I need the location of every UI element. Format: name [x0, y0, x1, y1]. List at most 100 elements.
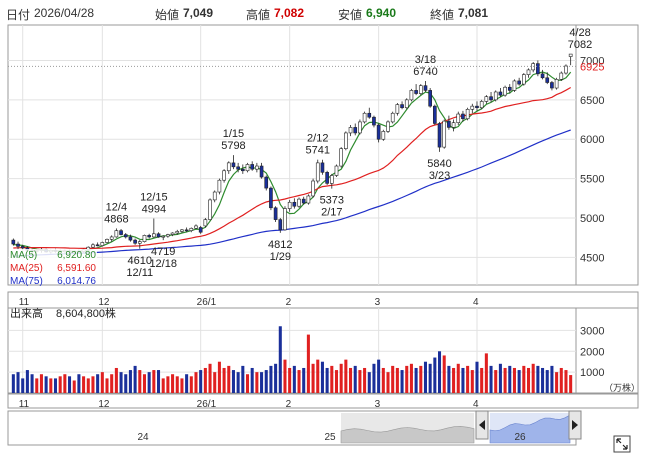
candle-body: [433, 105, 437, 124]
volume-bar: [86, 378, 90, 393]
candle-body: [536, 63, 540, 75]
candle-body: [119, 230, 123, 235]
candle-body: [236, 166, 240, 170]
candle-body: [414, 90, 418, 94]
volume-bar: [203, 367, 207, 393]
annotation-price: 4610: [128, 255, 152, 267]
volume-bar: [372, 363, 376, 393]
volume-bar: [269, 365, 273, 393]
candle-body: [133, 239, 137, 244]
candle-body: [11, 239, 16, 245]
expand-icon[interactable]: [613, 435, 631, 453]
volume-bar: [466, 365, 470, 393]
price-tick-label: 5500: [580, 174, 604, 186]
volume-bar: [409, 363, 413, 393]
volume-bar: [21, 378, 25, 393]
candle-body: [372, 116, 376, 126]
volume-bar: [208, 363, 212, 393]
volume-bar: [138, 370, 142, 393]
volume-bar: [438, 351, 442, 393]
volume-bar: [526, 367, 531, 393]
volume-bar: [119, 372, 123, 393]
ma-legend-value: 6,920.80: [57, 250, 96, 261]
volume-bar: [339, 363, 343, 393]
candle-body: [522, 74, 526, 85]
volume-bar: [292, 365, 296, 393]
candle-body: [329, 175, 334, 184]
candle-body: [152, 233, 156, 238]
volume-bar: [452, 367, 456, 393]
candle-body: [128, 236, 133, 241]
volume-bar: [423, 361, 427, 393]
candle-body: [376, 124, 381, 140]
candle-body: [264, 176, 269, 189]
volume-bar: [428, 363, 432, 393]
volume-tick-label: 3000: [580, 325, 604, 337]
candle-body: [550, 82, 554, 89]
volume-bar: [480, 367, 484, 393]
volume-bar: [30, 374, 34, 393]
x-tick-label-volume: 26/1: [197, 399, 217, 410]
candle-body: [273, 207, 278, 220]
x-tick-label: 2: [286, 297, 292, 308]
candle-body: [105, 239, 109, 243]
volume-bar: [105, 378, 109, 393]
volume-bar: [49, 378, 53, 393]
expand-icon-frame: [613, 435, 631, 453]
candle-body: [470, 105, 475, 110]
volume-bar: [517, 370, 521, 393]
volume-bar: [494, 370, 498, 393]
x-tick-label: 4: [473, 297, 479, 308]
candle-body: [423, 85, 428, 91]
volume-bar: [128, 370, 132, 393]
ma-legend-value: 6,014.76: [57, 276, 96, 287]
volume-bar: [531, 363, 535, 393]
volume-bar: [550, 365, 554, 393]
candle-body: [344, 132, 348, 149]
price-tick-label: 5000: [580, 213, 604, 225]
volume-bar: [489, 365, 493, 393]
volume-bar: [157, 370, 161, 393]
volume-bar: [161, 378, 165, 393]
candle-body: [362, 112, 367, 123]
candle-body: [554, 79, 559, 89]
candle-body: [91, 244, 95, 248]
candle-body: [142, 235, 147, 242]
volume-bar: [456, 363, 460, 393]
annotation-date: 4/28: [569, 27, 590, 39]
candle-body: [315, 162, 320, 182]
candle-body: [194, 225, 198, 229]
candle-body: [395, 104, 400, 114]
volume-bar: [405, 365, 409, 393]
candle-body: [475, 105, 479, 109]
x-tick-label-volume: 3: [375, 399, 381, 410]
candle-body: [292, 201, 297, 207]
volume-bar: [475, 361, 479, 393]
candle-body: [301, 198, 306, 204]
price-tick-label: 6500: [580, 95, 604, 107]
candle-body: [109, 236, 114, 240]
candle-body: [512, 80, 517, 91]
volume-bar: [77, 374, 81, 393]
annotation-price: 4994: [142, 204, 166, 216]
x-tick-label: 11: [19, 297, 30, 308]
current-price-label: 6925: [580, 61, 604, 73]
candle-body: [503, 86, 507, 96]
volume-bar: [53, 378, 58, 393]
volume-bar: [367, 372, 371, 393]
candle-body: [100, 242, 105, 246]
candle-body: [198, 227, 203, 233]
candle-body: [203, 219, 208, 227]
candle-body: [498, 91, 503, 96]
volume-bar: [124, 374, 128, 393]
volume-bar: [264, 370, 268, 393]
volume-bar: [231, 370, 235, 393]
candle-body: [226, 162, 231, 172]
ma-legend-label: MA(5): [10, 250, 37, 261]
volume-bar: [114, 367, 118, 393]
x-tick-label-volume: 11: [19, 399, 30, 410]
candle-body: [217, 179, 222, 193]
candle-body: [334, 165, 339, 176]
volume-bar: [72, 380, 76, 393]
volume-bar: [358, 370, 362, 393]
